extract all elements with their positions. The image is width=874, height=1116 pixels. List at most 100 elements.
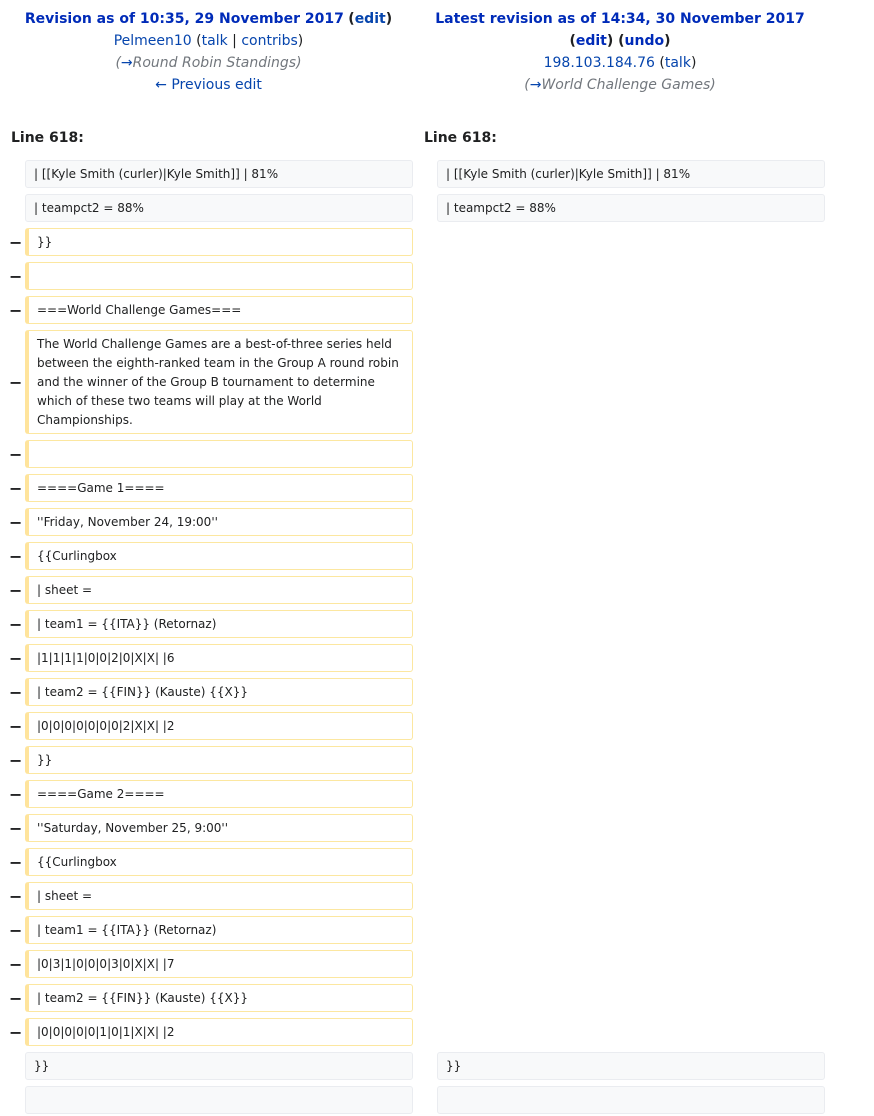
diff-row-deleted: −}} [0,228,874,258]
diff-row-deleted: − ''Friday, November 24, 19:00'' [0,508,874,538]
deletion-marker: − [9,445,23,464]
deleted-line: ====Game 2==== [25,780,413,808]
diff-row-deleted: − | team1 = {{ITA}} (Retornaz) [0,610,874,640]
deletion-marker: − [9,547,23,566]
diff-row-deleted: − ''Saturday, November 25, 9:00'' [0,814,874,844]
deletion-marker: − [9,513,23,532]
diff-row-deleted: −}} [0,746,874,776]
new-revision-talk-link[interactable]: talk [665,55,691,71]
old-revision-user-line: Pelmeen10 (talk | contribs) [113,33,304,49]
deletion-marker: − [9,373,23,392]
new-revision-user-link[interactable]: 198.103.184.76 [544,55,655,71]
deleted-line: |0|0|0|0|0|1|0|1|X|X| |2 [25,1018,413,1046]
old-revision-summary-text: Round Robin Standings [132,55,297,71]
deletion-marker: − [9,615,23,634]
diff-row-deleted: − | sheet = [0,882,874,912]
deletion-marker: − [9,819,23,838]
deleted-line: | team2 = {{FIN}} (Kauste) {{X}} [25,678,413,706]
summary-arrow-link[interactable]: → [530,77,542,93]
diff-row-deleted: − {{Curlingbox [0,542,874,572]
deletion-marker: − [9,1023,23,1042]
new-revision-edit-link[interactable]: edit [576,33,607,49]
deletion-marker: − [9,581,23,600]
summary-arrow-link[interactable]: → [121,55,133,71]
diff-row-deleted: − ====Game 2==== [0,780,874,810]
deleted-line: {{Curlingbox [25,542,413,570]
deleted-line: |0|0|0|0|0|0|0|2|X|X| |2 [25,712,413,740]
diff-row-context [0,1086,874,1116]
diff-row-context: | [[Kyle Smith (curler)|Kyle Smith]] | 8… [0,160,874,190]
line-number-right: Line 618: [424,130,497,146]
new-revision-actions: (edit) (undo) [569,33,671,49]
diff-row-deleted: − ====Game 1==== [0,474,874,504]
undo-link[interactable]: undo [625,33,665,49]
deleted-line: | team1 = {{ITA}} (Retornaz) [25,610,413,638]
deleted-line: ''Friday, November 24, 19:00'' [25,508,413,536]
deleted-line: ====Game 1==== [25,474,413,502]
diff-row-deleted: − |0|0|0|0|0|1|0|1|X|X| |2 [0,1018,874,1048]
new-revision-summary: (→World Challenge Games) [524,77,716,93]
diff-row-deleted: − |0|3|1|0|0|0|3|0|X|X| |7 [0,950,874,980]
context-line-left [25,1086,413,1114]
deletion-marker: − [9,853,23,872]
deletion-marker: − [9,479,23,498]
deletion-marker: − [9,267,23,286]
deletion-marker: − [9,301,23,320]
deletion-marker: − [9,887,23,906]
deletion-marker: − [9,683,23,702]
deleted-line: The World Challenge Games are a best-of-… [25,330,413,434]
deleted-line: | team1 = {{ITA}} (Retornaz) [25,916,413,944]
deletion-marker: − [9,751,23,770]
deleted-line: ''Saturday, November 25, 9:00'' [25,814,413,842]
diff-row-deleted: − [0,440,874,470]
deletion-marker: − [9,785,23,804]
deleted-line: | team2 = {{FIN}} (Kauste) {{X}} [25,984,413,1012]
diff-row-deleted: − The World Challenge Games are a best-of… [0,330,874,436]
old-revision-title-line: Revision as of 10:35, 29 November 2017 (… [24,11,393,27]
context-line-left: | [[Kyle Smith (curler)|Kyle Smith]] | 8… [25,160,413,188]
context-line-right: }} [437,1052,825,1080]
deleted-line: | sheet = [25,576,413,604]
deletion-marker: − [9,717,23,736]
diff-row-deleted: − |1|1|1|1|0|0|2|0|X|X| |6 [0,644,874,674]
old-revision-contribs-link[interactable]: contribs [241,33,297,49]
deletion-marker: − [9,921,23,940]
context-line-right: | [[Kyle Smith (curler)|Kyle Smith]] | 8… [437,160,825,188]
diff-row-deleted: − [0,262,874,292]
diff-row-context: | teampct2 = 88% | teampct2 = 88% [0,194,874,224]
diff-row-deleted: − {{Curlingbox [0,848,874,878]
context-line-left: | teampct2 = 88% [25,194,413,222]
new-revision-summary-text: World Challenge Games [541,77,711,93]
diff-row-deleted: − | team2 = {{FIN}} (Kauste) {{X}} [0,678,874,708]
deletion-marker: − [9,649,23,668]
new-revision-title[interactable]: Latest revision as of 14:34, 30 November… [435,11,805,27]
old-revision-user-link[interactable]: Pelmeen10 [114,33,192,49]
previous-edit-link[interactable]: ← Previous edit [155,77,262,93]
old-revision-edit-link[interactable]: edit [355,11,386,27]
deletion-marker: − [9,233,23,252]
deleted-line: |1|1|1|1|0|0|2|0|X|X| |6 [25,644,413,672]
diff-row-deleted: − | sheet = [0,576,874,606]
old-revision-summary: (→Round Robin Standings) [115,55,302,71]
diff-row-deleted: − | team1 = {{ITA}} (Retornaz) [0,916,874,946]
deleted-line [25,262,413,290]
context-line-right [437,1086,825,1114]
deleted-line: ===World Challenge Games=== [25,296,413,324]
old-revision-title[interactable]: Revision as of 10:35, 29 November 2017 [25,11,344,27]
new-revision-header: Latest revision as of 14:34, 30 November… [420,8,820,96]
context-line-left: }} [25,1052,413,1080]
diff-row-deleted: − | team2 = {{FIN}} (Kauste) {{X}} [0,984,874,1014]
deletion-marker: − [9,955,23,974]
deleted-line: }} [25,746,413,774]
context-line-right: | teampct2 = 88% [437,194,825,222]
diff-row-deleted: − |0|0|0|0|0|0|0|2|X|X| |2 [0,712,874,742]
diff-row-context: }}}} [0,1052,874,1082]
new-revision-title-line: Latest revision as of 14:34, 30 November… [420,8,820,30]
deleted-line: | sheet = [25,882,413,910]
line-number-left: Line 618: [11,130,84,146]
old-revision-talk-link[interactable]: talk [202,33,228,49]
deleted-line [25,440,413,468]
deleted-line: {{Curlingbox [25,848,413,876]
old-revision-header: Revision as of 10:35, 29 November 2017 (… [10,8,407,96]
deleted-line: |0|3|1|0|0|0|3|0|X|X| |7 [25,950,413,978]
